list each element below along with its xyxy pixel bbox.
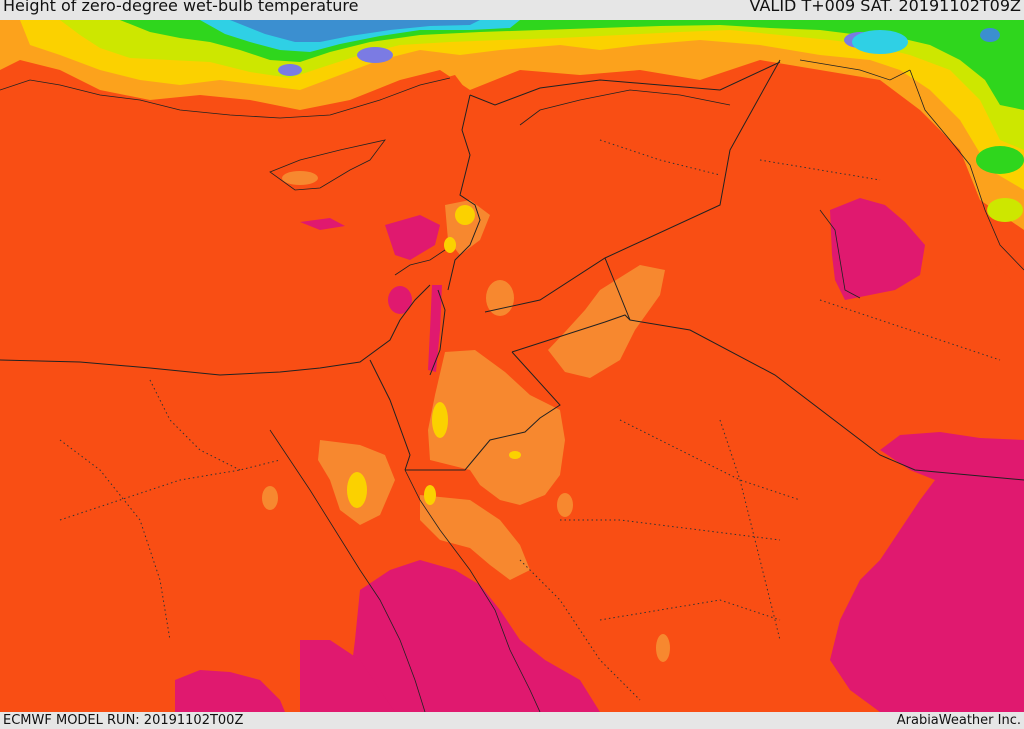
light-orange-blob-2 [262,486,278,510]
yellow-patch-4 [509,451,521,459]
yellow-patch-3 [347,472,367,508]
light-orange-blob-5 [282,171,318,185]
lightgreen-patch-east [987,198,1023,222]
credit-label: ArabiaWeather Inc. [896,713,1021,728]
footer-bar: ECMWF MODEL RUN: 20191102T00Z ArabiaWeat… [0,712,1024,729]
green-patch-east [976,146,1024,174]
violet-patch-4 [980,28,1000,42]
map-title: Height of zero-degree wet-bulb temperatu… [3,0,359,15]
yellow-patch-6 [444,237,456,253]
violet-patch-1 [357,47,393,63]
cyan-patch-east [852,30,908,54]
header-bar: Height of zero-degree wet-bulb temperatu… [0,0,1024,22]
model-run-label: ECMWF MODEL RUN: 20191102T00Z [3,713,244,728]
light-orange-blob-3 [557,493,573,517]
valid-time-label: VALID T+009 SAT. 20191102T09Z [749,0,1021,15]
yellow-patch-5 [455,205,475,225]
yellow-patch-2 [424,485,436,505]
weather-map[interactable] [0,20,1024,712]
magenta-sinai-blob [388,286,412,314]
yellow-patch-1 [432,402,448,438]
light-orange-blob-4 [656,634,670,662]
violet-patch-2 [278,64,302,76]
map-canvas [0,20,1024,712]
